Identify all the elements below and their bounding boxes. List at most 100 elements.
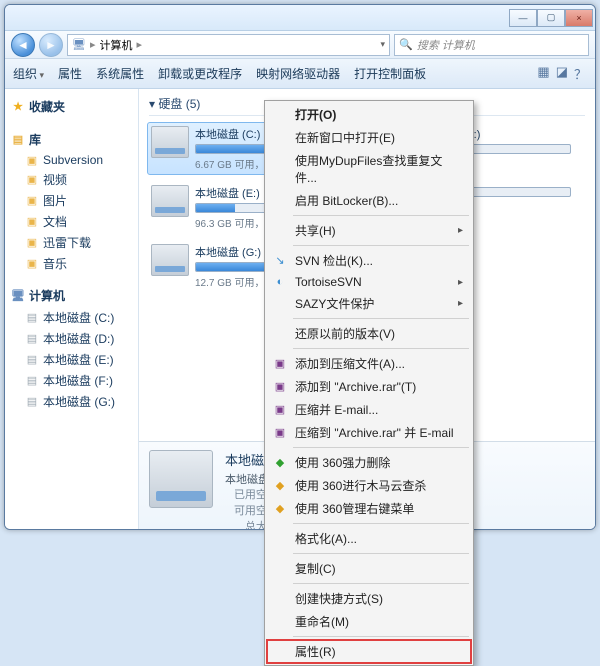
menu-item[interactable]: 格式化(A)...: [267, 527, 471, 550]
menu-item-label: 在新窗口中打开(E): [295, 129, 395, 146]
menu-item-label: 使用 360强力删除: [295, 454, 390, 471]
menu-item[interactable]: ▣压缩到 "Archive.rar" 并 E-mail: [267, 421, 471, 444]
sidebar-item[interactable]: ▣音乐: [9, 253, 134, 274]
computer-icon: 🖥: [72, 38, 86, 52]
menu-item[interactable]: 共享(H): [267, 219, 471, 242]
search-placeholder: 搜索 计算机: [417, 37, 475, 53]
toolbar: 组织 属性 系统属性 卸载或更改程序 映射网络驱动器 打开控制面板 ▦ ◪ ？: [5, 59, 595, 89]
maximize-button[interactable]: ▢: [537, 9, 565, 27]
sidebar-favorites[interactable]: ★收藏夹: [9, 95, 134, 118]
menu-separator: [293, 318, 469, 319]
sidebar-computer[interactable]: 🖥计算机: [9, 284, 134, 307]
map-drive-button[interactable]: 映射网络驱动器: [256, 65, 340, 82]
search-icon: 🔍: [399, 38, 413, 51]
preview-pane-icon[interactable]: ◪: [556, 64, 568, 83]
search-input[interactable]: 🔍 搜索 计算机: [394, 34, 589, 56]
menu-item[interactable]: 复制(C): [267, 557, 471, 580]
menu-item[interactable]: ▣添加到压缩文件(A)...: [267, 352, 471, 375]
menu-item-label: 属性(R): [295, 643, 336, 660]
menu-item-label: 压缩并 E-mail...: [295, 401, 378, 418]
menu-item[interactable]: 在新窗口中打开(E): [267, 126, 471, 149]
menu-item-icon: ↘: [272, 253, 288, 269]
menu-item[interactable]: ◐TortoiseSVN: [267, 272, 471, 292]
view-icon[interactable]: ▦: [537, 64, 549, 83]
folder-icon: ▣: [25, 257, 39, 271]
menu-item[interactable]: 还原以前的版本(V): [267, 322, 471, 345]
minimize-button[interactable]: —: [509, 9, 537, 27]
sidebar-item[interactable]: ▣视频: [9, 169, 134, 190]
drive-icon: [151, 126, 189, 158]
menu-item-label: SAZY文件保护: [295, 295, 374, 312]
menu-item-label: 启用 BitLocker(B)...: [295, 192, 398, 209]
control-panel-button[interactable]: 打开控制面板: [354, 65, 426, 82]
menu-item-icon: ▣: [272, 356, 288, 372]
menu-separator: [293, 447, 469, 448]
menu-item-icon: ◆: [272, 501, 288, 517]
sidebar-item[interactable]: ▣Subversion: [9, 151, 134, 169]
sidebar-drive-item[interactable]: ▤本地磁盘 (F:): [9, 370, 134, 391]
menu-item[interactable]: ↘ SVN 检出(K)...: [267, 249, 471, 272]
menu-item-icon: ◆: [272, 478, 288, 494]
menu-item-label: SVN 检出(K)...: [295, 252, 373, 269]
menu-separator: [293, 583, 469, 584]
uninstall-button[interactable]: 卸载或更改程序: [158, 65, 242, 82]
menu-item-label: 创建快捷方式(S): [295, 590, 383, 607]
context-menu: 打开(O) 在新窗口中打开(E) 使用MyDupFiles查找重复文件... 启用 B…: [264, 100, 474, 666]
disk-icon: ▤: [25, 374, 39, 388]
close-button[interactable]: ×: [565, 9, 593, 27]
system-properties-button[interactable]: 系统属性: [96, 65, 144, 82]
breadcrumb-sep: ▸: [90, 38, 96, 51]
sidebar-item[interactable]: ▣迅雷下载: [9, 232, 134, 253]
address-dropdown-icon[interactable]: ▾: [380, 39, 385, 50]
menu-separator: [293, 215, 469, 216]
menu-item[interactable]: 打开(O): [267, 103, 471, 126]
sidebar-drive-item[interactable]: ▤本地磁盘 (D:): [9, 328, 134, 349]
menu-item[interactable]: 启用 BitLocker(B)...: [267, 189, 471, 212]
nav-bar: ◄ ► 🖥 ▸ 计算机 ▸ ▾ 🔍 搜索 计算机: [5, 31, 595, 59]
menu-item[interactable]: 创建快捷方式(S): [267, 587, 471, 610]
menu-separator: [293, 348, 469, 349]
menu-item-label: 还原以前的版本(V): [295, 325, 395, 342]
forward-button[interactable]: ►: [39, 33, 63, 57]
menu-item-label: 使用 360管理右键菜单: [295, 500, 414, 517]
menu-separator: [293, 523, 469, 524]
sidebar-libraries[interactable]: ▤库: [9, 128, 134, 151]
menu-item-label: 打开(O): [295, 106, 336, 123]
sidebar-drive-item[interactable]: ▤本地磁盘 (C:): [9, 307, 134, 328]
menu-item[interactable]: 属性(R): [267, 640, 471, 663]
help-icon[interactable]: ？: [574, 64, 587, 83]
menu-item-label: 复制(C): [295, 560, 336, 577]
disk-icon: ▤: [25, 353, 39, 367]
menu-item-label: 添加到 "Archive.rar"(T): [295, 378, 416, 395]
folder-icon: ▣: [25, 173, 39, 187]
sidebar-drive-item[interactable]: ▤本地磁盘 (G:): [9, 391, 134, 412]
properties-button[interactable]: 属性: [58, 65, 82, 82]
disk-icon: ▤: [25, 311, 39, 325]
sidebar-drive-item[interactable]: ▤本地磁盘 (E:): [9, 349, 134, 370]
disk-icon: ▤: [25, 332, 39, 346]
breadcrumb-computer[interactable]: 计算机: [100, 37, 133, 53]
folder-icon: ▣: [25, 215, 39, 229]
address-bar[interactable]: 🖥 ▸ 计算机 ▸ ▾: [67, 34, 390, 56]
sidebar-item[interactable]: ▣文档: [9, 211, 134, 232]
menu-item[interactable]: ◆使用 360进行木马云查杀: [267, 474, 471, 497]
menu-item[interactable]: 使用MyDupFiles查找重复文件...: [267, 149, 471, 189]
menu-item[interactable]: 重命名(M): [267, 610, 471, 633]
menu-item-label: TortoiseSVN: [295, 275, 362, 289]
folder-icon: ▣: [25, 153, 39, 167]
organize-menu[interactable]: 组织: [13, 65, 44, 82]
titlebar: — ▢ ×: [5, 5, 595, 31]
menu-item[interactable]: ◆ 使用 360管理右键菜单: [267, 497, 471, 520]
menu-item[interactable]: ▣压缩并 E-mail...: [267, 398, 471, 421]
menu-item[interactable]: SAZY文件保护: [267, 292, 471, 315]
drive-icon: [149, 450, 213, 508]
sidebar-item[interactable]: ▣图片: [9, 190, 134, 211]
computer-icon: 🖥: [11, 289, 25, 303]
window-controls: — ▢ ×: [509, 9, 593, 27]
back-button[interactable]: ◄: [11, 33, 35, 57]
drive-icon: [151, 185, 189, 217]
menu-item[interactable]: ◆使用 360强力删除: [267, 451, 471, 474]
menu-item-label: 压缩到 "Archive.rar" 并 E-mail: [295, 424, 454, 441]
menu-item[interactable]: ▣添加到 "Archive.rar"(T): [267, 375, 471, 398]
menu-item-label: 使用MyDupFiles查找重复文件...: [295, 152, 461, 186]
